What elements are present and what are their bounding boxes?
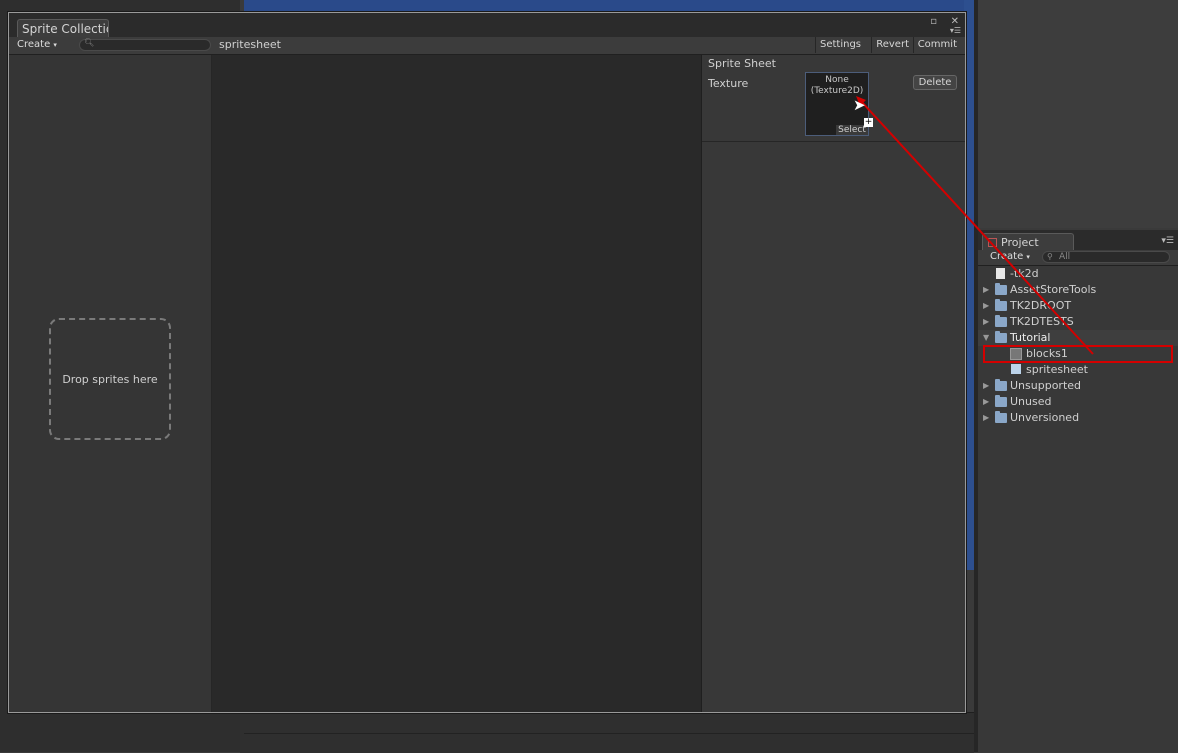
drag-add-icon: +: [864, 117, 873, 127]
drag-arrow-line: [859, 99, 1094, 355]
mouse-cursor-icon: ➤: [853, 96, 866, 114]
drag-arrow-overlay: [856, 96, 1094, 355]
